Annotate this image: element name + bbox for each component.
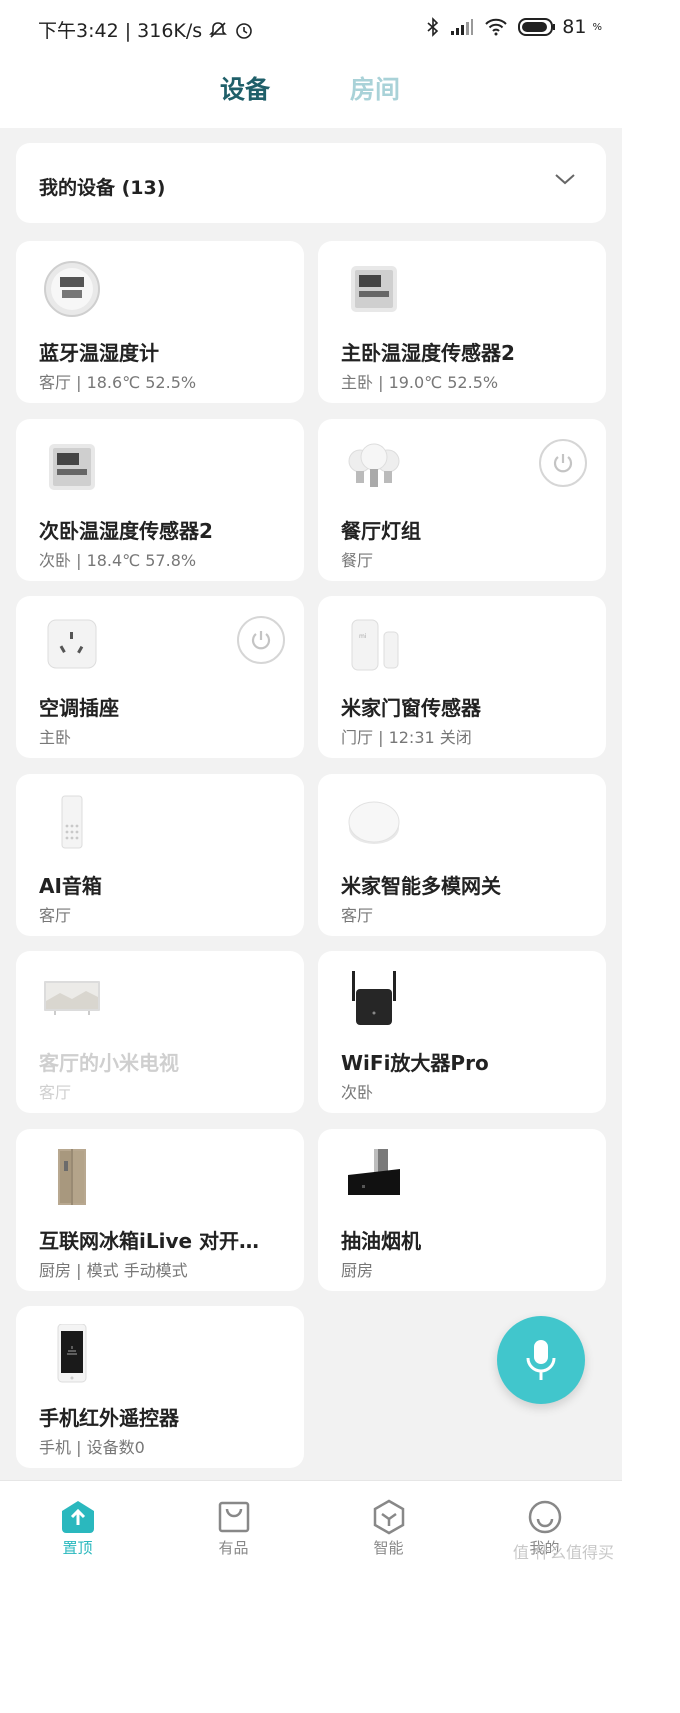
device-name: 客厅的小米电视 xyxy=(39,1051,179,1075)
fridge-icon xyxy=(58,1149,86,1205)
device-card-dining-lights[interactable]: 餐厅灯组 餐厅 xyxy=(318,419,606,581)
device-name: 抽油烟机 xyxy=(341,1229,421,1253)
smart-cube-icon xyxy=(373,1499,404,1535)
device-status: 餐厅 xyxy=(341,551,374,570)
watermark: 值 什么值得买 xyxy=(512,1543,614,1562)
tab-rooms[interactable]: 房间 xyxy=(350,70,400,106)
status-left: 下午3:42 | 316K/s xyxy=(38,16,254,43)
round-thermometer-icon xyxy=(44,261,100,317)
status-right: 81% xyxy=(426,16,602,38)
device-card-range-hood[interactable]: 抽油烟机 厨房 xyxy=(318,1129,606,1291)
device-card-wifi-repeater[interactable]: WiFi放大器Pro 次卧 xyxy=(318,951,606,1113)
device-card-door-sensor[interactable]: mi 米家门窗传感器 门厅 | 12:31 关闭 xyxy=(318,596,606,758)
chevron-down-icon xyxy=(555,174,575,185)
device-status: 次卧 xyxy=(341,1083,374,1102)
power-icon xyxy=(251,631,271,650)
smiley-face-icon xyxy=(528,1500,561,1534)
range-hood-icon xyxy=(348,1149,400,1195)
mute-icon xyxy=(208,20,228,40)
device-status: 主卧 xyxy=(39,728,72,747)
device-name: 主卧温湿度传感器2 xyxy=(341,341,515,365)
device-status: 次卧 | 18.4℃ 57.8% xyxy=(39,551,197,570)
device-name: 空调插座 xyxy=(39,696,119,720)
door-sensor-icon: mi xyxy=(351,619,399,671)
device-status: 门厅 | 12:31 关闭 xyxy=(341,728,472,747)
battery-unit: % xyxy=(592,21,602,33)
nav-home[interactable]: 置顶 xyxy=(0,1481,155,1568)
device-name: WiFi放大器Pro xyxy=(341,1051,489,1075)
square-thermometer-icon xyxy=(49,444,95,490)
wifi-icon xyxy=(484,18,508,36)
battery-level: 81 xyxy=(562,16,587,38)
nav-smart[interactable]: 智能 xyxy=(311,1481,466,1568)
device-name: 米家智能多模网关 xyxy=(341,874,501,898)
alarm-icon xyxy=(234,20,254,40)
gateway-icon xyxy=(348,801,400,844)
device-name: 米家门窗传感器 xyxy=(341,696,481,720)
top-tabs: 设备 房间 xyxy=(0,58,622,128)
device-name: 餐厅灯组 xyxy=(341,519,421,543)
microphone-icon xyxy=(526,1340,556,1380)
device-card-ai-speaker[interactable]: AI音箱 客厅 xyxy=(16,774,304,936)
device-status: 客厅 xyxy=(341,906,374,925)
device-card-ir-remote[interactable]: 手机红外遥控器 手机 | 设备数0 xyxy=(16,1306,304,1468)
battery-icon xyxy=(518,18,556,36)
device-name: AI音箱 xyxy=(39,874,102,898)
svg-text:mi: mi xyxy=(359,633,367,640)
nav-smart-label: 智能 xyxy=(373,1539,404,1557)
device-card-fridge[interactable]: 互联网冰箱iLive 对开… 厨房 | 模式 手动模式 xyxy=(16,1129,304,1291)
my-devices-label: 我的设备 (13) xyxy=(39,177,166,199)
mi-home-app: 下午3:42 | 316K/s 81% 设备 房间 我的设备 (13) 蓝牙温湿… xyxy=(0,0,622,1568)
tv-icon xyxy=(44,981,100,1015)
device-status: 客厅 xyxy=(39,1083,72,1102)
device-status: 厨房 | 模式 手动模式 xyxy=(39,1261,188,1280)
nav-store[interactable]: 有品 xyxy=(156,1481,311,1568)
power-button[interactable] xyxy=(539,439,587,487)
my-devices-dropdown[interactable]: 我的设备 (13) xyxy=(16,143,606,223)
phone-remote-icon xyxy=(57,1324,87,1383)
device-card-second-sensor[interactable]: 次卧温湿度传感器2 次卧 | 18.4℃ 57.8% xyxy=(16,419,304,581)
device-name: 互联网冰箱iLive 对开… xyxy=(39,1229,260,1253)
status-bar: 下午3:42 | 316K/s 81% xyxy=(0,0,622,58)
bottom-navigation: 置顶 有品 智能 我的 值 什么值得买 xyxy=(0,1480,622,1568)
device-card-gateway[interactable]: 米家智能多模网关 客厅 xyxy=(318,774,606,936)
shopping-bag-icon xyxy=(218,1501,249,1533)
device-card-master-sensor[interactable]: 主卧温湿度传感器2 主卧 | 19.0℃ 52.5% xyxy=(318,241,606,403)
device-status: 主卧 | 19.0℃ 52.5% xyxy=(341,373,499,392)
device-card-bt-thermometer[interactable]: 蓝牙温湿度计 客厅 | 18.6℃ 52.5% xyxy=(16,241,304,403)
device-name: 蓝牙温湿度计 xyxy=(39,341,159,365)
bluetooth-icon xyxy=(426,17,440,37)
speaker-icon xyxy=(61,795,83,849)
device-name: 次卧温湿度传感器2 xyxy=(39,519,213,543)
power-button[interactable] xyxy=(237,616,285,664)
bulb-group-icon xyxy=(348,443,400,487)
plug-icon xyxy=(47,619,97,669)
device-status: 手机 | 设备数0 xyxy=(39,1438,145,1457)
voice-assistant-button[interactable] xyxy=(497,1316,585,1404)
home-icon xyxy=(61,1501,94,1533)
time-and-speed: 下午3:42 | 316K/s xyxy=(38,20,203,42)
device-status: 厨房 xyxy=(341,1261,374,1280)
square-thermometer-icon xyxy=(351,266,397,312)
nav-store-label: 有品 xyxy=(218,1539,249,1557)
device-card-ac-plug[interactable]: 空调插座 主卧 xyxy=(16,596,304,758)
device-name: 手机红外遥控器 xyxy=(39,1406,179,1430)
nav-home-label: 置顶 xyxy=(62,1539,93,1557)
battery-indicator: 81% xyxy=(518,16,602,38)
tab-devices[interactable]: 设备 xyxy=(220,70,270,106)
signal-icon xyxy=(450,18,474,36)
wifi-repeater-icon xyxy=(352,971,396,1025)
device-card-tv[interactable]: 客厅的小米电视 客厅 xyxy=(16,951,304,1113)
device-status: 客厅 xyxy=(39,906,72,925)
device-status: 客厅 | 18.6℃ 52.5% xyxy=(39,373,197,392)
power-icon xyxy=(553,454,573,473)
